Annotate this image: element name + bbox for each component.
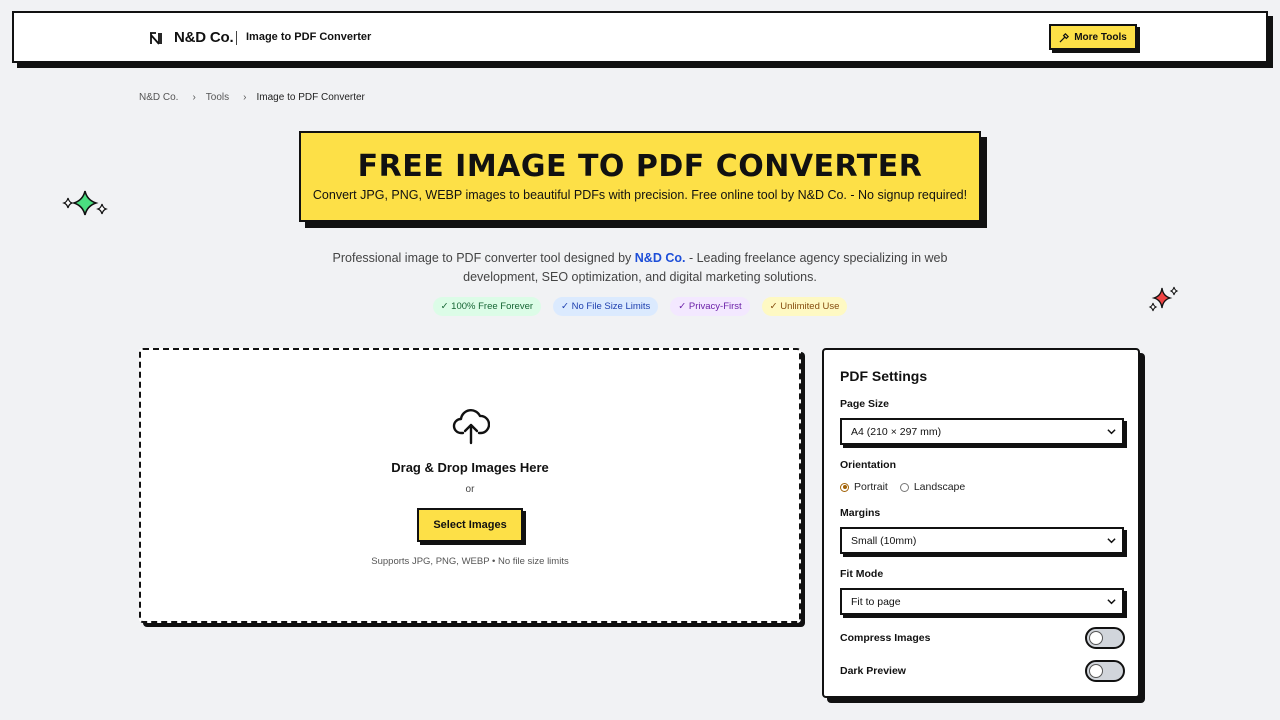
feature-badges: ✓ 100% Free Forever ✓ No File Size Limit… <box>0 297 1280 316</box>
fit-mode-value: Fit to page <box>851 595 901 608</box>
orientation-portrait-radio[interactable]: Portrait <box>840 481 888 493</box>
intro-prefix: Professional image to PDF converter tool… <box>332 251 635 265</box>
fit-mode-label: Fit Mode <box>840 568 884 580</box>
orientation-landscape-radio[interactable]: Landscape <box>899 481 966 493</box>
tools-icon <box>1059 32 1070 43</box>
orientation-portrait-label: Portrait <box>854 481 888 493</box>
more-tools-label: More Tools <box>1074 31 1127 43</box>
page-size-select[interactable]: A4 (210 × 297 mm) <box>840 418 1124 445</box>
chevron-right-icon: › <box>192 92 196 103</box>
radio-unselected-indicator <box>899 482 909 492</box>
hero-banner: FREE IMAGE TO PDF CONVERTER Convert JPG,… <box>299 131 981 222</box>
dropzone-or: or <box>465 484 475 495</box>
pdf-settings-panel: PDF Settings Page Size A4 (210 × 297 mm)… <box>822 348 1140 698</box>
select-images-button[interactable]: Select Images <box>417 508 523 542</box>
sparkle-decoration-icon <box>62 190 108 216</box>
compress-images-toggle[interactable] <box>1085 627 1125 649</box>
dropzone-title: Drag & Drop Images Here <box>391 460 549 475</box>
orientation-landscape-label: Landscape <box>913 481 966 493</box>
brand-logo-icon[interactable] <box>148 30 164 46</box>
header-page-title: Image to PDF Converter <box>246 31 372 43</box>
hero-subtitle: Convert JPG, PNG, WEBP images to beautif… <box>312 188 968 202</box>
toggle-knob <box>1089 631 1103 645</box>
intro-brand-link[interactable]: N&D Co. <box>635 251 686 265</box>
badge-free: ✓ 100% Free Forever <box>432 297 542 316</box>
breadcrumb: N&D Co. › Tools › Image to PDF Converter <box>139 92 365 103</box>
margins-select[interactable]: Small (10mm) <box>840 527 1124 554</box>
fit-mode-select[interactable]: Fit to page <box>840 588 1124 615</box>
chevron-down-icon <box>1107 538 1116 544</box>
chevron-down-icon <box>1107 429 1116 435</box>
dropzone-hint: Supports JPG, PNG, WEBP • No file size l… <box>371 556 569 567</box>
orientation-radio-group: Portrait Landscape <box>840 481 965 493</box>
header-divider <box>236 31 237 45</box>
margins-label: Margins <box>840 507 881 519</box>
breadcrumb-current: Image to PDF Converter <box>256 92 365 103</box>
page-size-value: A4 (210 × 297 mm) <box>851 425 942 438</box>
image-dropzone[interactable]: Drag & Drop Images Here or Select Images… <box>139 348 801 623</box>
brand-name[interactable]: N&D Co. <box>174 29 234 46</box>
settings-title: PDF Settings <box>840 368 928 384</box>
hero-title: FREE IMAGE TO PDF CONVERTER <box>357 149 923 184</box>
dark-preview-toggle[interactable] <box>1085 660 1125 682</box>
badge-no-limits: ✓ No File Size Limits <box>553 297 659 316</box>
badge-privacy: ✓ Privacy-First <box>670 297 750 316</box>
orientation-label: Orientation <box>840 459 897 471</box>
page-size-label: Page Size <box>840 398 890 410</box>
cloud-upload-icon <box>452 409 490 445</box>
compress-images-label: Compress Images <box>840 632 931 644</box>
chevron-right-icon: › <box>243 92 247 103</box>
dark-preview-label: Dark Preview <box>840 665 906 677</box>
margins-value: Small (10mm) <box>851 534 917 547</box>
toggle-knob <box>1089 664 1103 678</box>
breadcrumb-home[interactable]: N&D Co. <box>139 92 178 103</box>
badge-unlimited: ✓ Unlimited Use <box>761 297 848 316</box>
radio-selected-indicator <box>840 482 849 492</box>
top-header: N&D Co. Image to PDF Converter More Tool… <box>12 11 1268 63</box>
breadcrumb-tools[interactable]: Tools <box>206 92 229 103</box>
more-tools-button[interactable]: More Tools <box>1049 24 1137 50</box>
intro-text: Professional image to PDF converter tool… <box>300 249 980 287</box>
chevron-down-icon <box>1107 599 1116 605</box>
